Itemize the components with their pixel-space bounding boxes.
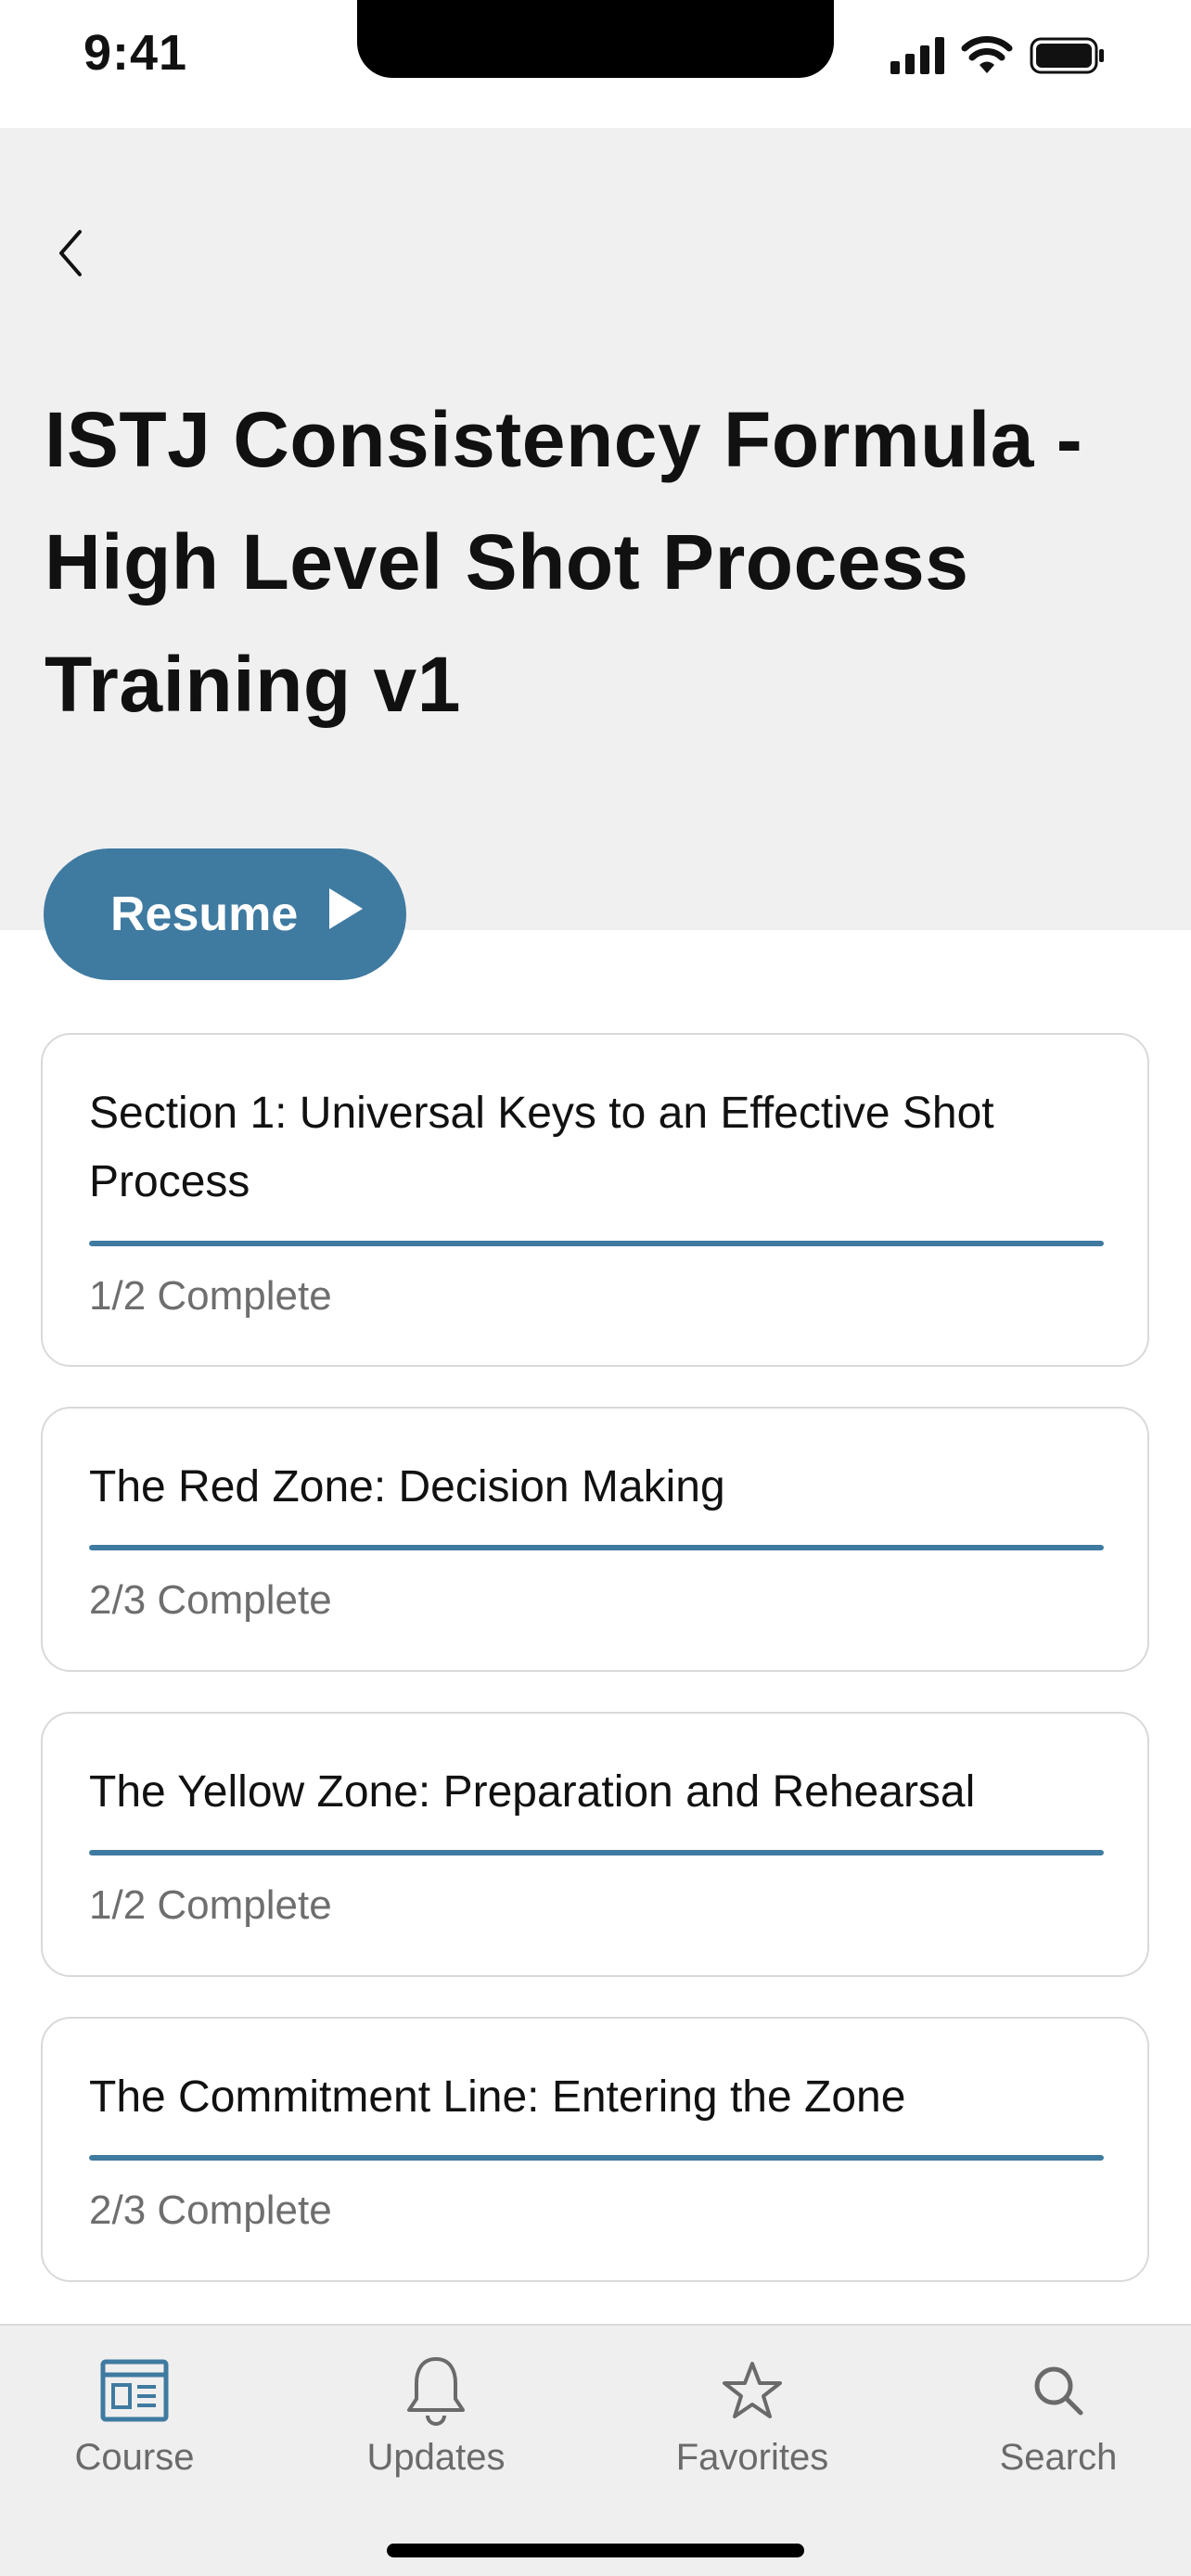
section-progress-fill (89, 1850, 1104, 1855)
cellular-signal-icon (890, 36, 944, 79)
section-title: The Red Zone: Decision Making (89, 1462, 725, 1511)
tab-course[interactable]: Course (23, 2353, 246, 2502)
section-progress-bar (89, 1545, 1104, 1550)
chevron-left-icon (56, 228, 85, 283)
section-card[interactable]: The Red Zone: Decision Making 2/3 Comple… (41, 1407, 1149, 1672)
section-progress-bar (89, 1850, 1104, 1855)
page-title: ISTJ Consistency Formula - High Level Sh… (45, 396, 1083, 728)
section-card[interactable]: The Commitment Line: Entering the Zone 2… (41, 2017, 1149, 2282)
tab-label: Search (999, 2437, 1118, 2478)
section-progress-bar (89, 1241, 1104, 1246)
play-icon (327, 886, 365, 943)
back-button[interactable] (43, 223, 98, 287)
tab-search[interactable]: Search (947, 2353, 1170, 2502)
section-title: The Commitment Line: Entering the Zone (89, 2072, 906, 2122)
bell-icon (405, 2353, 467, 2428)
section-progress-fill (89, 2155, 1104, 2161)
section-status: 1/2 Complete (89, 1273, 332, 1319)
section-title: The Yellow Zone: Preparation and Rehears… (89, 1767, 976, 1817)
section-card[interactable]: Section 1: Universal Keys to an Effectiv… (41, 1033, 1149, 1367)
course-icon (100, 2353, 169, 2428)
section-progress-bar (89, 2155, 1104, 2161)
screen: 9:41 ISTJ Consistency Formula - High Lev… (0, 0, 1191, 2576)
section-progress-fill (89, 1545, 1104, 1550)
section-status: 2/3 Complete (89, 2187, 332, 2233)
search-icon (1031, 2353, 1085, 2428)
status-time: 9:41 (83, 25, 188, 81)
section-progress-fill (89, 1241, 1104, 1246)
resume-button[interactable]: Resume (44, 848, 406, 980)
tab-label: Updates (366, 2437, 506, 2478)
tab-label: Favorites (675, 2437, 829, 2478)
battery-icon (1030, 36, 1106, 80)
wifi-icon (961, 35, 1013, 80)
section-title: Section 1: Universal Keys to an Effectiv… (89, 1089, 994, 1206)
tab-label: Course (74, 2437, 195, 2478)
device-notch (357, 0, 834, 78)
status-bar: 9:41 (0, 0, 1191, 128)
star-icon (722, 2353, 783, 2428)
section-status: 2/3 Complete (89, 1577, 332, 1623)
section-card[interactable]: The Yellow Zone: Preparation and Rehears… (41, 1712, 1149, 1977)
tab-bar: Course Updates Favorites Search (0, 2324, 1191, 2576)
tab-favorites[interactable]: Favorites (641, 2353, 864, 2502)
resume-button-label: Resume (110, 887, 299, 941)
status-icons (890, 35, 1106, 80)
tab-updates[interactable]: Updates (325, 2353, 547, 2502)
section-status: 1/2 Complete (89, 1882, 332, 1928)
home-indicator (387, 2544, 804, 2557)
